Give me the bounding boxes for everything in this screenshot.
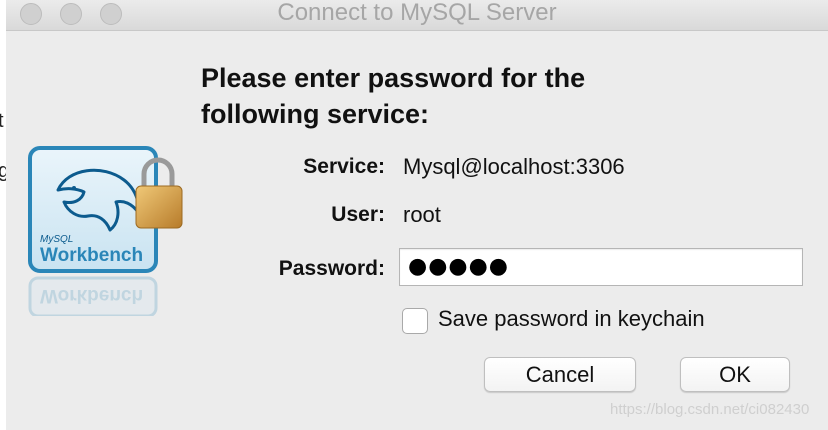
dolphin-eye-icon [72,186,76,190]
password-field[interactable]: ●●●●● [399,248,803,286]
lock-icon [135,157,183,229]
user-label: User: [331,203,385,226]
svg-text:Workbench: Workbench [40,285,143,306]
title-bar[interactable]: Connect to MySQL Server [6,0,828,31]
logo-reflection: Workbench [28,276,158,316]
user-value: root [403,202,441,227]
background-text-fragment: t [0,110,4,132]
prompt-heading: Please enter password for the following … [201,60,585,132]
logo-brand-small: MySQL [40,234,73,245]
connect-dialog: Connect to MySQL Server MySQL Workbench … [6,0,828,430]
service-label: Service: [303,155,385,178]
prompt-line-2: following service: [201,99,430,129]
ok-button[interactable]: OK [680,357,790,392]
mysql-workbench-logo: MySQL Workbench [28,146,183,273]
window-title: Connect to MySQL Server [277,0,557,26]
watermark-text: https://blog.csdn.net/ci082430 [610,401,810,418]
save-password-checkbox[interactable] [402,308,428,334]
prompt-line-1: Please enter password for the [201,63,586,93]
cancel-button[interactable]: Cancel [484,357,636,392]
save-password-label[interactable]: Save password in keychain [438,306,705,332]
password-label: Password: [278,257,385,280]
service-value: Mysql@localhost:3306 [403,154,625,179]
logo-brand-main: Workbench [40,245,143,266]
